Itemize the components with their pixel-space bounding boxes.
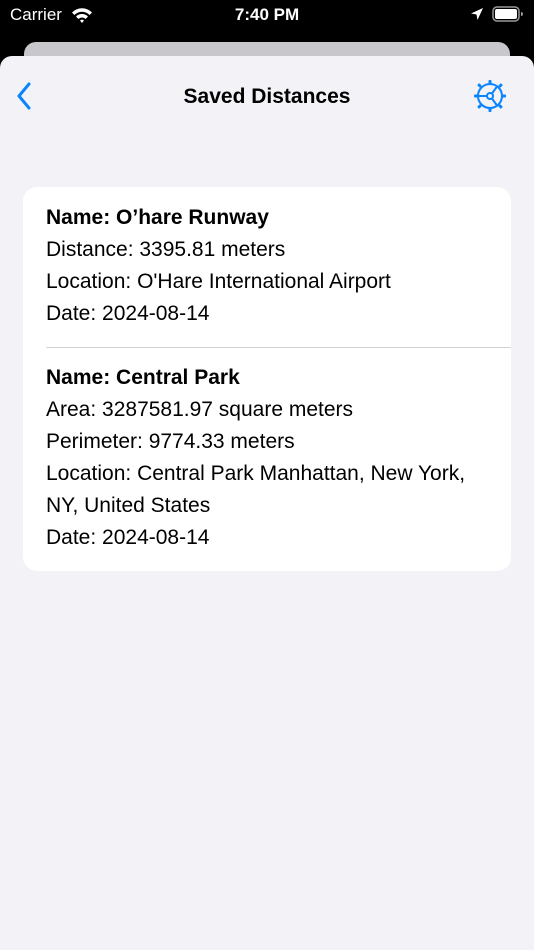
battery-icon (492, 5, 524, 28)
status-bar: Carrier 7:40 PM (0, 0, 534, 32)
navigation-bar: Saved Distances (0, 56, 534, 138)
location-arrow-icon (470, 7, 484, 26)
item-date: Date: 2024-08-14 (46, 526, 210, 549)
steering-wheel-gear-icon (473, 79, 507, 118)
saved-distances-list: Name: O’hare Runway Distance: 3395.81 me… (23, 187, 511, 571)
page-title: Saved Distances (183, 85, 351, 108)
list-item[interactable]: Name: Central Park Area: 3287581.97 squa… (23, 347, 511, 571)
item-area: Area: 3287581.97 square meters (46, 398, 354, 421)
status-time: 7:40 PM (234, 5, 300, 24)
settings-button[interactable] (472, 79, 508, 118)
item-date: Date: 2024-08-14 (46, 302, 210, 325)
item-location: Location: O'Hare International Airport (46, 270, 391, 293)
item-distance: Distance: 3395.81 meters (46, 238, 286, 261)
item-perimeter: Perimeter: 9774.33 meters (46, 430, 295, 453)
item-name: Name: Central Park (46, 366, 240, 389)
item-location: Location: Central Park Manhattan, New Yo… (46, 462, 466, 517)
saved-distances-sheet: Saved Distances Name: O’hare Runway Dist… (0, 56, 534, 950)
list-item[interactable]: Name: O’hare Runway Distance: 3395.81 me… (23, 187, 511, 347)
item-name: Name: O’hare Runway (46, 206, 269, 229)
